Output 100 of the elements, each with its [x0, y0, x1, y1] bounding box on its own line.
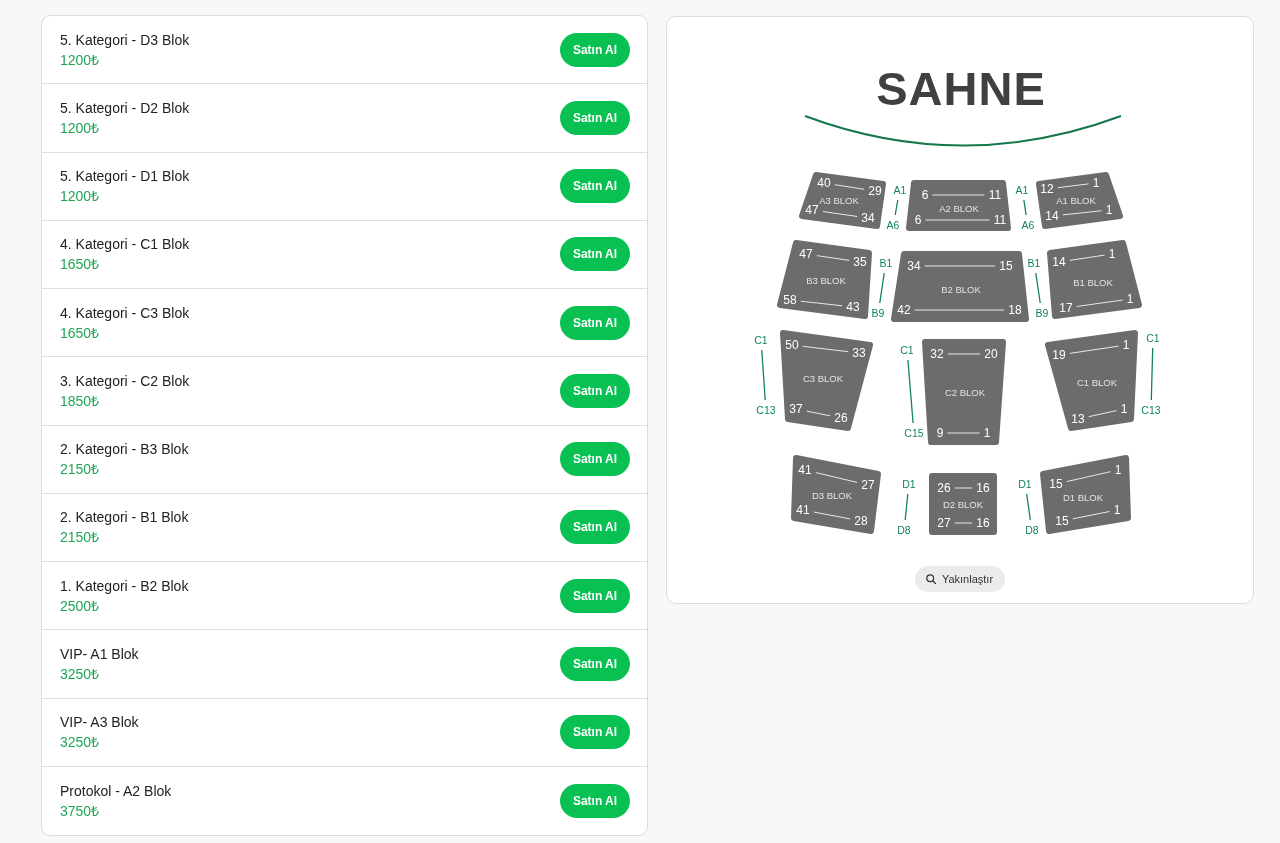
seat-number: 6: [914, 213, 922, 227]
buy-button[interactable]: Satın Al: [560, 32, 630, 67]
seat-row-line: [800, 300, 843, 307]
row-marker: A6: [1021, 219, 1035, 231]
seat-row-line: [1088, 410, 1118, 418]
ticket-price: 3250₺: [60, 733, 101, 753]
seat-number: 35: [853, 255, 867, 269]
seat-number: 6: [921, 188, 929, 202]
block-label: C1 BLOK: [1076, 376, 1118, 388]
seat-number: 11: [988, 188, 1002, 202]
seat-number: 28: [854, 514, 868, 528]
buy-button[interactable]: Satın Al: [560, 373, 630, 408]
ticket-category: VIP- A3 Blok: [60, 713, 139, 733]
seat-row-line: [822, 211, 858, 217]
seat-number: 41: [798, 463, 812, 477]
seat-row-line: [924, 265, 996, 267]
ticket-category: Protokol - A2 Blok: [60, 781, 172, 801]
seat-number: 1: [1122, 338, 1130, 352]
block-label: B3 BLOK: [806, 274, 846, 286]
buy-button[interactable]: Satın Al: [560, 237, 630, 272]
buy-button[interactable]: Satın Al: [560, 578, 630, 613]
seat-number: 15: [1049, 477, 1063, 491]
seat-number: 15: [1055, 514, 1069, 528]
row-range-line: [1035, 272, 1041, 304]
row-marker: C1: [900, 344, 914, 356]
seat-number: 1: [1092, 176, 1100, 190]
buy-button[interactable]: Satın Al: [560, 510, 630, 545]
ticket-category: VIP- A1 Blok: [60, 644, 139, 664]
seat-number: 14: [1045, 209, 1059, 223]
row-range-line: [1150, 347, 1154, 401]
seat-number: 1: [1114, 463, 1122, 477]
row-marker: D1: [902, 478, 916, 490]
ticket-price: 1850₺: [60, 391, 101, 411]
stage-label: SAHNE: [876, 61, 1046, 115]
search-icon: [925, 574, 936, 584]
seat-number: 15: [999, 259, 1013, 273]
seat-number: 47: [805, 203, 819, 217]
buy-button[interactable]: Satın Al: [560, 783, 630, 818]
buy-button[interactable]: Satın Al: [560, 646, 630, 681]
seat-number: 1: [1108, 247, 1116, 261]
seat-number: 1: [1105, 203, 1113, 217]
ticket-price: 2150₺: [60, 528, 101, 548]
ticket-category: 5. Kategori - D3 Blok: [60, 30, 190, 50]
seat-number: 32: [930, 347, 944, 361]
row-marker: C15: [904, 427, 924, 439]
row-marker: A1: [893, 184, 907, 196]
ticket-price: 1650₺: [60, 323, 101, 343]
seat-row-line: [1069, 254, 1106, 261]
seat-number: 34: [907, 259, 921, 273]
seat-number: 33: [852, 346, 866, 360]
seat-number: 1: [1126, 292, 1134, 306]
seat-number: 27: [937, 516, 951, 530]
row-marker: C1: [1146, 332, 1160, 344]
row-marker: D8: [897, 524, 911, 536]
row-range-line: [1023, 199, 1027, 216]
block-label: A3 BLOK: [819, 194, 859, 206]
ticket-category: 2. Kategori - B3 Blok: [60, 440, 189, 460]
seat-number: 17: [1059, 301, 1073, 315]
seat-number: 41: [796, 503, 810, 517]
zoom-button[interactable]: Yakınlaştır: [914, 566, 1006, 592]
seat-number: 47: [799, 247, 813, 261]
row-marker: B9: [1035, 307, 1049, 319]
row-range-line: [879, 272, 885, 304]
buy-button[interactable]: Satın Al: [560, 442, 630, 477]
seat-number: 9: [936, 426, 944, 440]
block-label: D3 BLOK: [811, 489, 853, 501]
row-range-line: [894, 199, 899, 216]
buy-button[interactable]: Satın Al: [560, 305, 630, 340]
row-range-line: [1026, 493, 1031, 521]
seat-row-line: [1072, 511, 1111, 520]
ticket-price: 3250₺: [60, 664, 101, 684]
seat-row-line: [816, 255, 850, 261]
buy-button[interactable]: Satın Al: [560, 715, 630, 750]
ticket-price: 1200₺: [60, 187, 101, 207]
seat-number: 40: [817, 176, 831, 190]
row-range-line: [904, 493, 909, 521]
seat-row-line: [813, 511, 851, 520]
buy-button[interactable]: Satın Al: [560, 100, 630, 135]
block-label: A2 BLOK: [939, 202, 979, 214]
seat-row-line: [802, 345, 849, 353]
buy-button[interactable]: Satın Al: [560, 169, 630, 204]
block-label: D2 BLOK: [942, 498, 984, 510]
row-marker: A6: [886, 219, 900, 231]
seat-row-line: [806, 410, 831, 417]
seat-row-line: [954, 487, 973, 489]
seat-block: [929, 473, 997, 535]
seat-number: 20: [984, 347, 998, 361]
seat-row-line: [946, 432, 981, 434]
block-label: D1 BLOK: [1062, 491, 1104, 503]
seat-row-line: [1069, 345, 1120, 354]
block-label: C3 BLOK: [802, 372, 844, 384]
seat-number: 1: [1120, 402, 1128, 416]
seat-row-line: [1062, 210, 1103, 216]
seat-row-line: [954, 522, 973, 524]
seat-number: 29: [868, 184, 882, 198]
block-label: A1 BLOK: [1056, 194, 1096, 206]
ticket-price: 1650₺: [60, 255, 101, 275]
seat-number: 58: [783, 293, 797, 307]
seat-number: 34: [861, 211, 875, 225]
ticket-category: 4. Kategori - C1 Blok: [60, 235, 190, 255]
